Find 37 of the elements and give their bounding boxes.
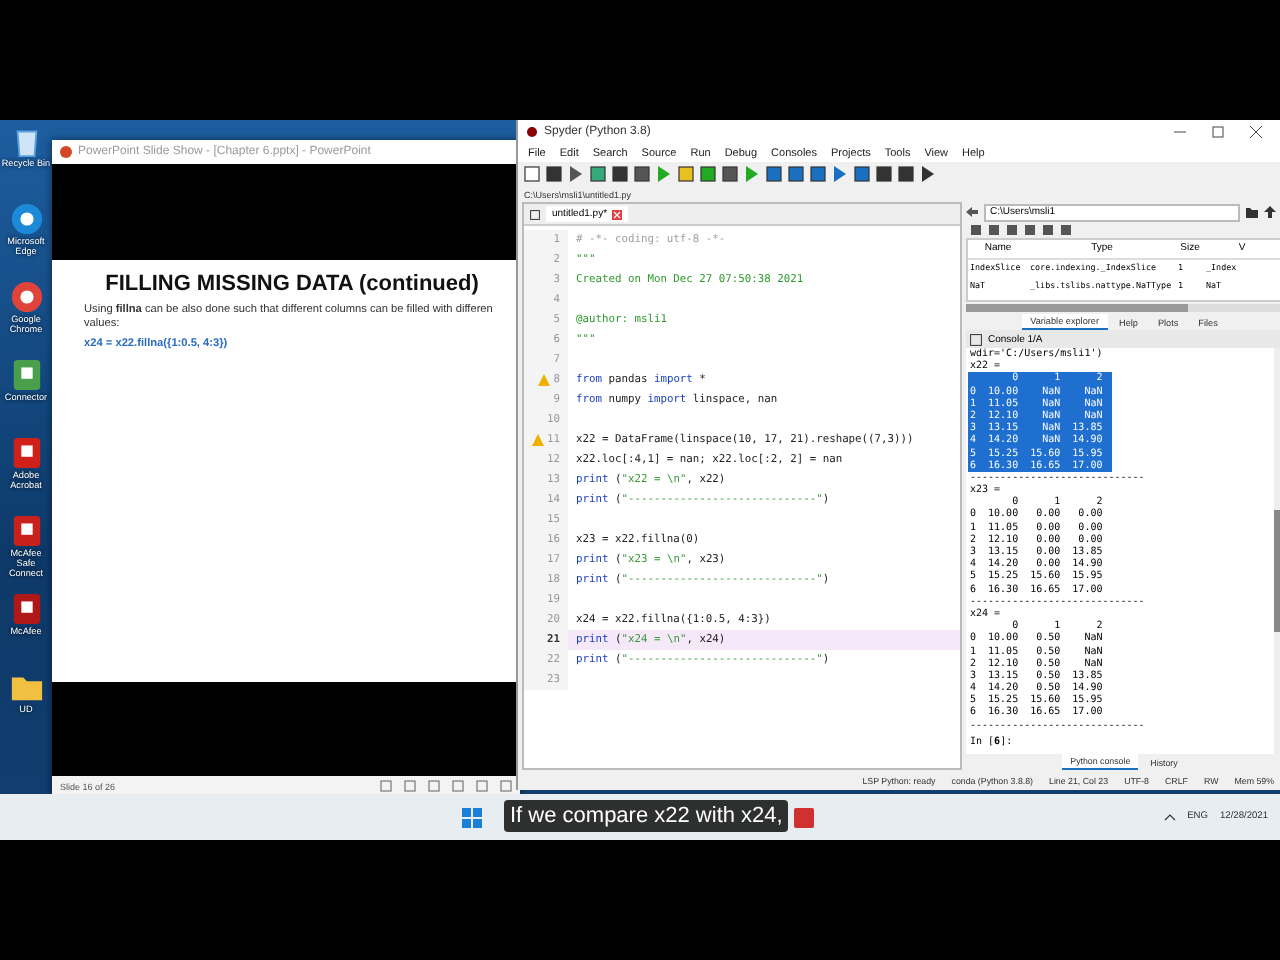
toolbar-square-icon[interactable] xyxy=(590,166,606,182)
triangle-icon[interactable] xyxy=(920,166,936,182)
scrollbar[interactable] xyxy=(1274,348,1280,754)
subtitle-caption: If we compare x22 with x24, xyxy=(504,800,789,832)
toolbar-square-icon[interactable] xyxy=(854,166,870,182)
toolbar-square-icon[interactable] xyxy=(612,166,628,182)
toolbar-square-icon[interactable] xyxy=(876,166,892,182)
scrollbar[interactable] xyxy=(966,304,1280,312)
app-icon[interactable] xyxy=(9,514,43,548)
browse-tabs-icon[interactable] xyxy=(970,333,982,345)
toolbar-square-icon[interactable] xyxy=(788,166,804,182)
folder-icon[interactable] xyxy=(1246,206,1258,218)
toolbar-square-icon[interactable] xyxy=(524,166,540,182)
slide-title: FILLING MISSING DATA (continued) xyxy=(103,272,481,296)
minimize-icon[interactable] xyxy=(1174,126,1186,138)
toolbar-square-icon[interactable] xyxy=(766,166,782,182)
chevron-up-icon[interactable] xyxy=(1163,811,1176,823)
toolbar-square-icon[interactable] xyxy=(546,166,562,182)
back-arrow-icon[interactable] xyxy=(966,206,978,218)
app-icon[interactable] xyxy=(9,592,43,626)
browser-icon[interactable] xyxy=(9,280,43,314)
toolbar-square-icon[interactable] xyxy=(722,166,738,182)
windows-logo-icon[interactable] xyxy=(462,807,482,827)
toolbar-square-icon[interactable] xyxy=(898,166,914,182)
toolbar-square-icon[interactable] xyxy=(634,166,650,182)
app-icon[interactable] xyxy=(9,436,43,470)
maximize-icon[interactable] xyxy=(1212,126,1224,138)
close-icon[interactable] xyxy=(1250,126,1262,138)
toolbar-square-icon[interactable] xyxy=(810,166,826,182)
app-logo-icon xyxy=(60,146,72,158)
browser-icon[interactable] xyxy=(9,202,43,236)
app-icon[interactable] xyxy=(9,358,43,392)
up-arrow-icon[interactable] xyxy=(1264,206,1276,218)
triangle-icon[interactable] xyxy=(568,166,584,182)
toolbar-square-icon[interactable] xyxy=(678,166,694,182)
browse-tabs-icon[interactable] xyxy=(530,209,540,219)
toolbar-square-icon[interactable] xyxy=(700,166,716,182)
